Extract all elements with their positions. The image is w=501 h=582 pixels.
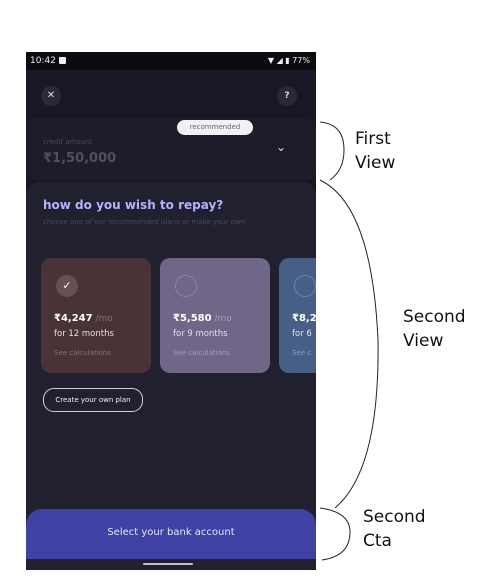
second-view-bracket	[319, 179, 379, 509]
annotation-second-view: Second View	[403, 307, 466, 351]
annotation-brackets	[319, 121, 379, 561]
annotation-second-cta: Second Cta	[363, 507, 426, 551]
first-view-bracket	[319, 121, 345, 181]
second-cta-bracket	[319, 507, 351, 561]
annotation-first-view: First View	[355, 129, 396, 173]
